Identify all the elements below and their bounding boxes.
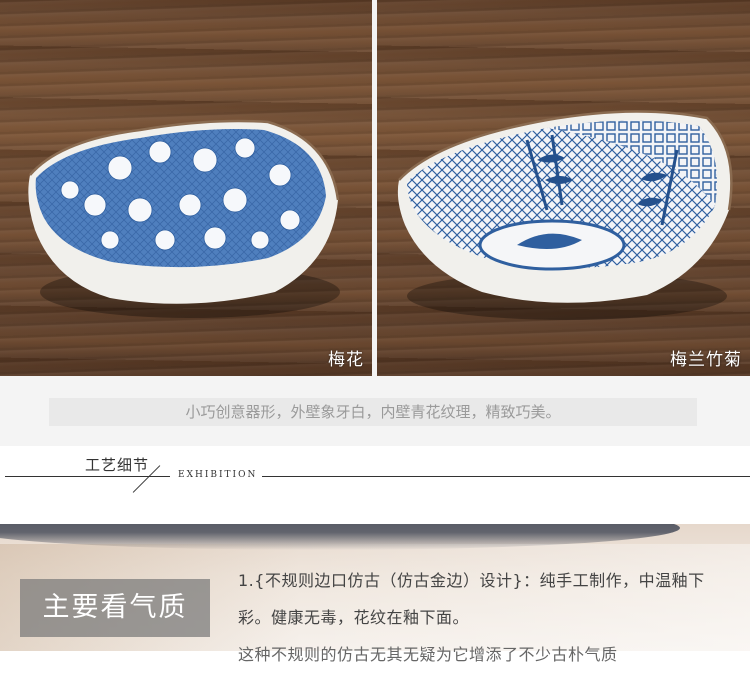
plum-dish-illustration — [28, 119, 340, 318]
plum-blossom-dish-photo: 梅花 — [0, 0, 372, 376]
orchid-dish-illustration — [397, 110, 733, 320]
description-line-2: 彩。健康无毒，花纹在釉下面。 — [238, 608, 470, 627]
header-rule-right — [262, 476, 750, 477]
orchid-bamboo-dish-photo: 梅兰竹菊 — [377, 0, 750, 376]
tagline-text: 小巧创意器形，外壁象牙白，内壁青花纹理，精致巧美。 — [49, 398, 697, 426]
left-photo-caption: 梅花 — [328, 350, 364, 370]
header-rule-left — [5, 476, 170, 477]
detail-description: 1.{不规则边口仿古（仿古金边）设计}：纯手工制作，中温釉下 彩。健康无毒，花纹… — [238, 562, 743, 673]
description-line-1: 1.{不规则边口仿古（仿古金边）设计}：纯手工制作，中温釉下 — [238, 571, 705, 590]
description-line-3: 这种不规则的仿古无其无疑为它增添了不少古朴气质 — [238, 645, 618, 664]
temperament-badge: 主要看气质 — [20, 579, 210, 637]
section-subtitle: EXHIBITION — [178, 470, 258, 480]
section-title: 工艺细节 — [85, 456, 150, 474]
right-photo-caption: 梅兰竹菊 — [670, 350, 742, 370]
